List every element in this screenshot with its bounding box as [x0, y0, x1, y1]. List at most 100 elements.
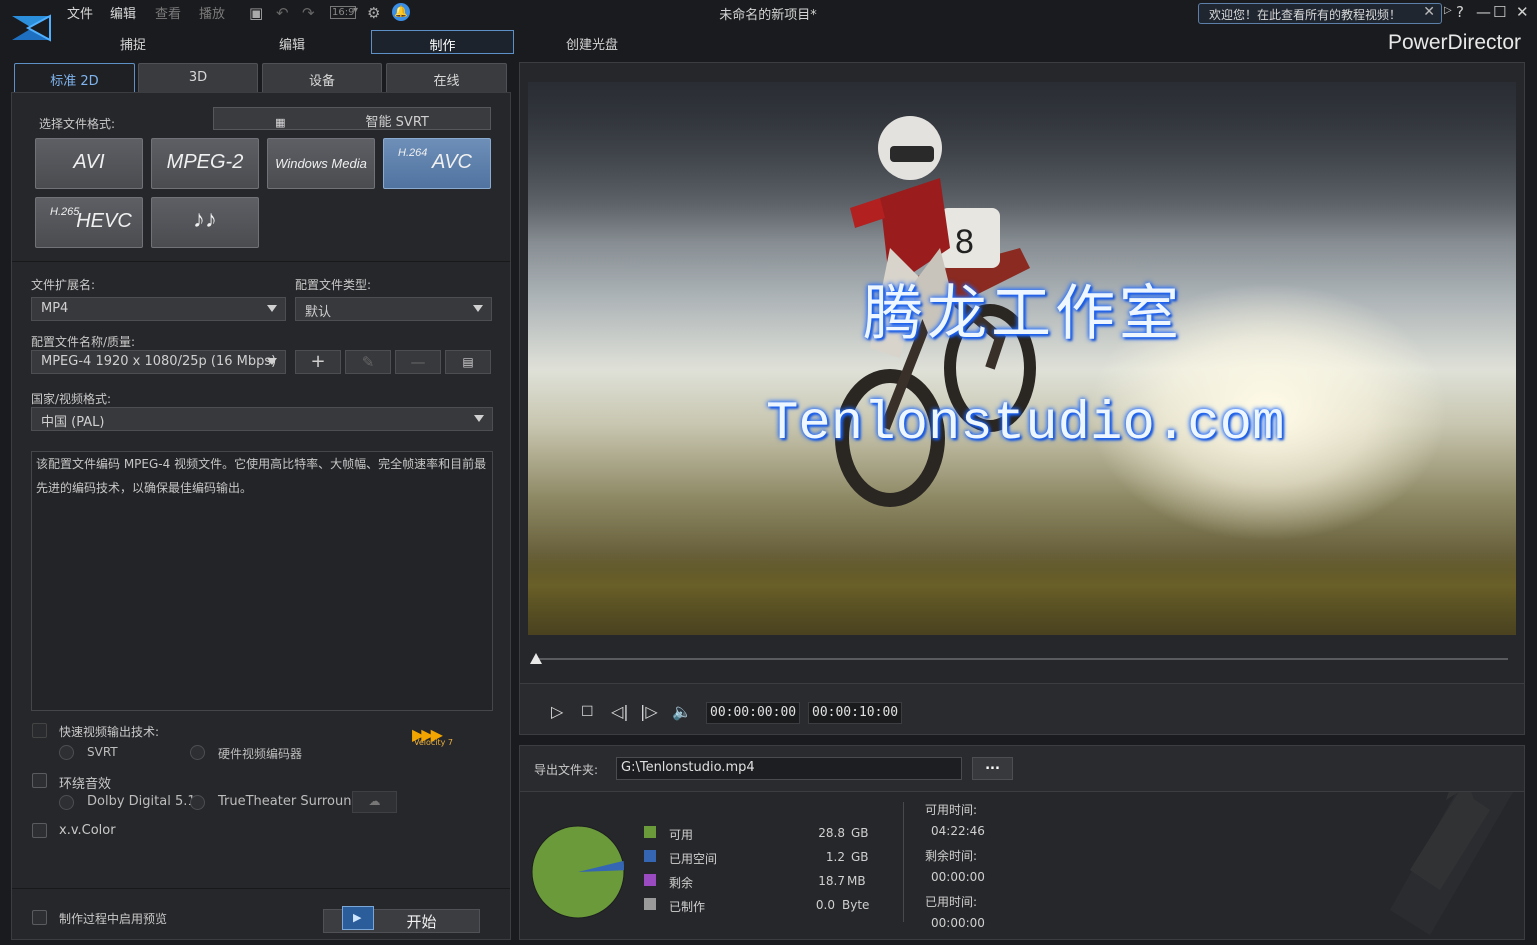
tab-3d[interactable]: 3D — [138, 63, 258, 93]
edit-profile-icon[interactable]: ✎ — [345, 350, 391, 374]
dropdown-arrow-icon — [267, 358, 277, 365]
file-extension-label: 文件扩展名: — [31, 278, 96, 292]
available-time-label: 可用时间: — [925, 803, 978, 817]
menu-file[interactable]: 文件 — [67, 3, 93, 22]
redo-icon[interactable]: ↷ — [302, 4, 315, 22]
hw-encoder-radio[interactable] — [190, 745, 205, 760]
truetheater-radio[interactable] — [190, 795, 205, 810]
video-preview[interactable]: 8 腾龙工作室 Tenlonstudio.com — [528, 82, 1516, 635]
dropdown-arrow-icon — [473, 305, 483, 312]
produce-settings-panel: 选择文件格式: ▦ 智能 SVRT AVI MPEG-2 Windows Medi… — [11, 92, 511, 940]
divider — [903, 802, 904, 922]
svrt-label: SVRT — [87, 745, 118, 759]
format-label: 选择文件格式: — [39, 117, 116, 131]
minimize-icon[interactable]: — — [1476, 3, 1491, 21]
smart-svrt-button[interactable]: ▦ 智能 SVRT — [213, 107, 491, 130]
tab-capture[interactable]: 捕捉 — [83, 30, 183, 54]
legend-label-available: 可用 — [669, 828, 694, 842]
format-hevc-button[interactable]: H.265 HEVC — [35, 197, 143, 248]
file-extension-value: MP4 — [41, 301, 69, 316]
tab-online[interactable]: 在线 — [386, 63, 507, 93]
file-extension-select[interactable]: MP4 — [31, 297, 286, 321]
legend-swatch-produced — [644, 898, 656, 910]
format-windows-media-button[interactable]: Windows Media — [267, 138, 375, 189]
undo-icon[interactable]: ↶ — [276, 4, 289, 22]
hw-encoder-label: 硬件视频编码器 — [218, 747, 303, 761]
tab-device[interactable]: 设备 — [262, 63, 382, 93]
gear-icon[interactable]: ⚙ — [367, 4, 380, 22]
format-avi-button[interactable]: AVI — [35, 138, 143, 189]
preview-panel: 8 腾龙工作室 Tenlonstudio.com ▷ ☐ ◁| |▷ 🔈 00:… — [519, 62, 1525, 735]
save-icon[interactable]: ▣ — [249, 4, 263, 22]
surround-settings-icon[interactable]: ☁ — [352, 791, 397, 813]
surround-label: 环绕音效 — [59, 777, 112, 792]
format-mpeg2-button[interactable]: MPEG-2 — [151, 138, 259, 189]
menu-edit[interactable]: 编辑 — [110, 3, 136, 22]
chevron-right-icon[interactable]: ▷ — [1444, 5, 1452, 16]
profile-type-select[interactable]: 默认 — [295, 297, 492, 321]
notification-bell-icon[interactable]: 🔔 — [392, 3, 410, 21]
maximize-icon[interactable]: ☐ — [1493, 3, 1506, 21]
legend-label-used: 已用空间 — [669, 852, 718, 866]
profile-name-select[interactable]: MPEG-4 1920 x 1080/25p (16 Mbps) — [31, 350, 286, 374]
region-select[interactable]: 中国 (PAL) — [31, 407, 493, 431]
legend-swatch-available — [644, 826, 656, 838]
play-film-icon: ▶ — [342, 906, 374, 930]
timeline-thumb[interactable] — [530, 653, 542, 664]
legend-unit-available: GB — [851, 826, 869, 840]
surround-checkbox[interactable] — [32, 773, 47, 788]
tab-produce[interactable]: 制作 — [371, 30, 514, 54]
close-window-button[interactable]: ✕ — [1516, 3, 1529, 21]
menu-play[interactable]: 播放 — [199, 3, 225, 22]
profile-name-value: MPEG-4 1920 x 1080/25p (16 Mbps) — [41, 354, 277, 369]
dolby-radio[interactable] — [59, 795, 74, 810]
watermark-english: Tenlonstudio.com — [766, 394, 1285, 455]
browse-button[interactable]: ... — [972, 757, 1013, 780]
legend-swatch-used — [644, 850, 656, 862]
output-folder-label: 导出文件夹: — [534, 763, 599, 777]
profile-list-icon[interactable]: ▤ — [445, 350, 491, 374]
legend-value-available: 28.8 — [818, 826, 845, 840]
help-button[interactable]: ? — [1456, 3, 1464, 21]
preview-during-label: 制作过程中启用预览 — [59, 912, 168, 926]
close-icon[interactable]: ✕ — [1423, 4, 1435, 20]
legend-unit-remaining: MB — [847, 874, 866, 888]
watermark-chinese: 腾龙工作室 — [863, 279, 1183, 349]
format-audio-button[interactable]: ♪♪ — [151, 197, 259, 248]
xvcolor-label: x.v.Color — [59, 823, 116, 838]
remaining-time-label: 剩余时间: — [925, 849, 978, 863]
profile-type-value: 默认 — [305, 305, 332, 320]
legend-unit-produced: Byte — [842, 898, 870, 912]
chevron-down-icon[interactable]: ▾ — [353, 5, 358, 16]
preview-during-checkbox[interactable] — [32, 910, 47, 925]
stop-icon[interactable]: ☐ — [581, 704, 594, 720]
volume-icon[interactable]: 🔈 — [672, 702, 692, 721]
output-path-input[interactable]: G:\Tenlonstudio.mp4 — [616, 757, 962, 780]
tab-edit[interactable]: 编辑 — [242, 30, 342, 54]
timeline-slider[interactable] — [535, 658, 1508, 660]
add-profile-icon[interactable]: + — [295, 350, 341, 374]
remaining-time-value: 00:00:00 — [931, 870, 985, 884]
playback-controls: ▷ ☐ ◁| |▷ 🔈 00:00:00:00 00:00:10:00 — [520, 683, 1524, 734]
output-folder-row: 导出文件夹: G:\Tenlonstudio.mp4 ... — [520, 746, 1524, 792]
tab-standard-2d[interactable]: 标准 2D — [14, 63, 135, 93]
next-frame-icon[interactable]: |▷ — [640, 702, 658, 721]
tab-create-disc[interactable]: 创建光盘 — [542, 30, 642, 54]
format-avc-button[interactable]: H.264 AVC — [383, 138, 491, 189]
svrt-radio[interactable] — [59, 745, 74, 760]
profile-description: 该配置文件编码 MPEG-4 视频文件。它使用高比特率、大帧幅、完全帧速率和目前… — [31, 451, 493, 711]
current-timecode[interactable]: 00:00:00:00 — [706, 702, 801, 724]
welcome-banner[interactable]: 欢迎您！在此查看所有的教程视频！ ✕ — [1198, 3, 1442, 24]
legend-value-produced: 0.0 — [815, 898, 835, 912]
profile-name-label: 配置文件名称/质量: — [31, 335, 136, 349]
legend-unit-used: GB — [851, 850, 869, 864]
remove-profile-icon[interactable]: — — [395, 350, 441, 374]
legend-value-used: 1.2 — [825, 850, 845, 864]
play-icon[interactable]: ▷ — [551, 702, 563, 721]
previous-frame-icon[interactable]: ◁| — [611, 702, 629, 721]
fast-render-checkbox[interactable] — [32, 723, 47, 738]
xvcolor-checkbox[interactable] — [32, 823, 47, 838]
menu-view[interactable]: 查看 — [155, 3, 181, 22]
start-button[interactable]: ▶ 开始 — [323, 906, 480, 933]
elapsed-time-label: 已用时间: — [925, 895, 978, 909]
